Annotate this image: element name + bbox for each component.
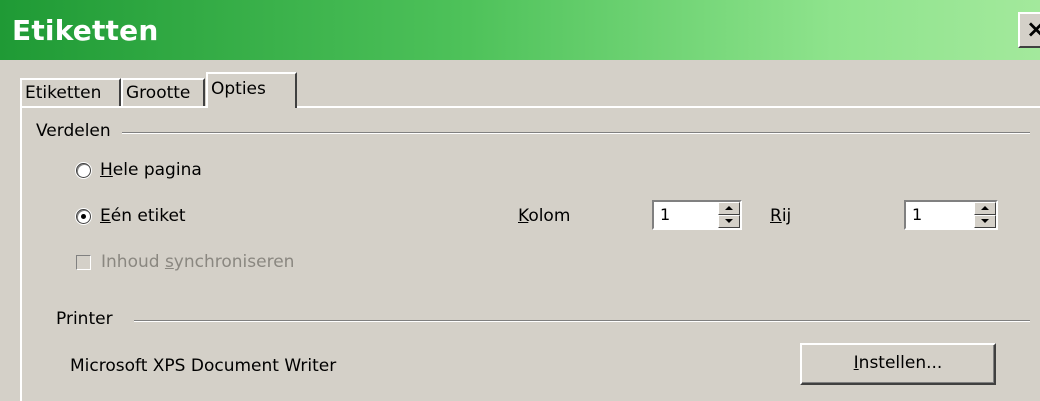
tab-etiketten[interactable]: Etiketten xyxy=(20,78,121,106)
sync-contents-checkbox-row: Inhoud synchroniseren xyxy=(76,252,294,272)
column-increment-button[interactable] xyxy=(718,202,740,215)
dialog-body: Etiketten Grootte Opties Verdelen Hele p… xyxy=(0,60,1040,401)
close-button[interactable]: × xyxy=(1018,12,1040,48)
row-value[interactable]: 1 xyxy=(912,205,922,224)
section-printer-label: Printer xyxy=(56,309,119,329)
tab-grootte[interactable]: Grootte xyxy=(121,78,205,106)
section-verdelen-label: Verdelen xyxy=(36,121,117,141)
printer-name: Microsoft XPS Document Writer xyxy=(70,356,337,376)
column-label: Kolom xyxy=(518,206,571,226)
sync-contents-label: Inhoud synchroniseren xyxy=(101,252,295,272)
radio-whole-page[interactable]: Hele pagina xyxy=(76,160,202,180)
radio-single-label-label: Eén etiket xyxy=(100,206,186,226)
row-label: Rij xyxy=(770,206,792,226)
title-bar: Etiketten × xyxy=(0,0,1040,60)
radio-single-label[interactable]: Eén etiket xyxy=(76,206,186,226)
window-title: Etiketten xyxy=(12,14,159,47)
options-panel: Verdelen Hele pagina Eén etiket Inhoud s… xyxy=(20,106,1040,401)
row-spin-buttons xyxy=(974,202,996,228)
row-spinbox[interactable]: 1 xyxy=(904,200,998,230)
column-decrement-button[interactable] xyxy=(718,215,740,228)
row-increment-button[interactable] xyxy=(974,202,996,215)
radio-whole-page-label: Hele pagina xyxy=(100,160,202,180)
printer-divider xyxy=(134,320,1030,322)
setup-button[interactable]: Instellen... xyxy=(800,343,996,385)
radio-button-whole-page[interactable] xyxy=(76,162,91,178)
verdelen-divider xyxy=(122,132,1030,134)
tab-opties[interactable]: Opties xyxy=(206,72,297,108)
radio-button-single-label[interactable] xyxy=(76,208,91,224)
close-icon: × xyxy=(1026,15,1040,43)
column-spin-buttons xyxy=(718,202,740,228)
column-value[interactable]: 1 xyxy=(660,205,670,224)
row-decrement-button[interactable] xyxy=(974,215,996,228)
sync-contents-checkbox xyxy=(76,254,91,270)
column-spinbox[interactable]: 1 xyxy=(652,200,742,230)
